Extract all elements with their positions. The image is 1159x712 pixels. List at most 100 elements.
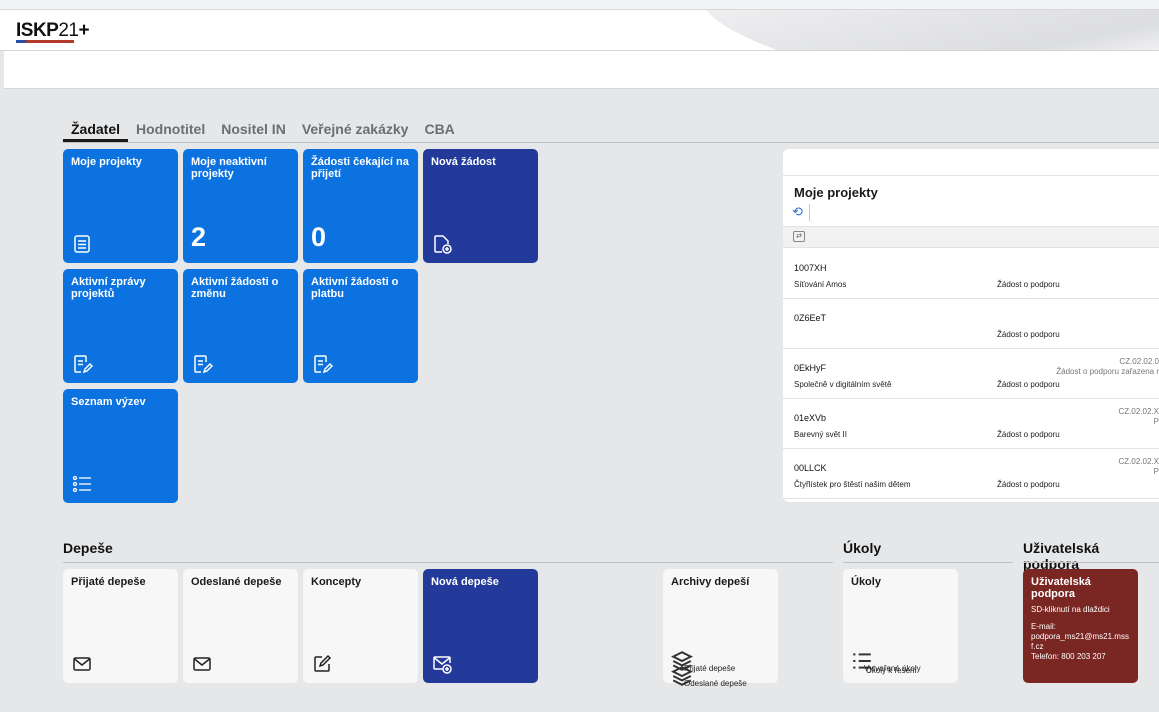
document-icon (71, 233, 93, 255)
moje-projekty-panel: Moje projekty ⟲ ⇄ 1007XH Síťování Amos Ž… (783, 149, 1159, 502)
table-row[interactable]: CZ.02.02.X P 00LLCK Čtyřlístek pro štěst… (783, 449, 1159, 499)
edit-document-icon (191, 353, 214, 375)
browser-bookmarks-strip (0, 0, 1159, 10)
row-code: 0Z6EeT (794, 313, 827, 323)
row-code: 00LLCK (794, 463, 827, 473)
panel-top-bar (783, 149, 1159, 176)
tab-nositel-in[interactable]: Nositel IN (213, 117, 294, 142)
row-registration: CZ.02.02.0 (1119, 357, 1159, 366)
archiv-odeslane-link[interactable]: Odeslané depeše (670, 665, 747, 690)
tile-ukoly[interactable]: Úkoly Vytvořené úkoly Úkoly k řešení (843, 569, 958, 683)
section-title-podpora: Uživatelská podpora (1023, 540, 1100, 572)
email-label: E-mail: (1031, 622, 1056, 631)
podpora-subtitle: SD-kliknutí na dlaždici (1031, 605, 1110, 614)
tile-nova-zadost[interactable]: Nová žádost (423, 149, 538, 263)
envelope-add-icon (431, 653, 453, 675)
tile-label: Archivy depeší (671, 576, 750, 588)
app-logo[interactable]: ISKP21+ (16, 20, 90, 42)
layers-icon (670, 665, 694, 686)
edit-document-icon (311, 353, 334, 375)
panel-title: Moje projekty (794, 185, 878, 200)
tab-hodnotitel[interactable]: Hodnotitel (128, 117, 213, 142)
email-value[interactable]: podpora_ms21@ms21.mssf.cz (1031, 632, 1129, 651)
tab-cba[interactable]: CBA (416, 117, 462, 142)
tile-count: 2 (191, 222, 207, 252)
list-icon (851, 650, 871, 669)
tile-label: Úkoly (851, 576, 881, 588)
archiv-item-label: Odeslané depeše (684, 679, 747, 688)
row-type: Žádost o podporu (997, 380, 1060, 389)
row-name: Barevný svět II (794, 430, 847, 439)
tile-label: Odeslané depeše (191, 576, 282, 588)
toolbar-divider (809, 204, 810, 221)
ukoly-k-reseni-link[interactable]: Úkoly k řešení (866, 665, 917, 677)
row-type: Žádost o podporu (997, 430, 1060, 439)
tile-prijate-depese[interactable]: Přijaté depeše (63, 569, 178, 683)
row-status: Žádost o podporu zařazena r (1056, 367, 1159, 376)
table-row[interactable]: 1007XH Síťování Amos Žádost o podporu (783, 249, 1159, 299)
tile-koncepty[interactable]: Koncepty (303, 569, 418, 683)
tile-label: Žádosti čekající na přijetí (311, 156, 409, 180)
tab-zadatel[interactable]: Žadatel (63, 117, 129, 142)
row-status: P (1153, 467, 1159, 476)
row-code: 0EkHyF (794, 363, 827, 373)
tile-odeslane-depese[interactable]: Odeslané depeše (183, 569, 298, 683)
tile-aktivni-platba[interactable]: Aktivní žádosti o platbu (303, 269, 418, 383)
row-name: Společně v digitálním světě (794, 380, 892, 389)
filter-settings-icon[interactable]: ⇄ (793, 231, 805, 242)
tile-nova-depese[interactable]: Nová depeše (423, 569, 538, 683)
tile-label: Koncepty (311, 576, 362, 588)
tile-label: Aktivní žádosti o změnu (191, 276, 279, 300)
tile-uzivatelska-podpora[interactable]: Uživatelská podpora SD-kliknutí na dlažd… (1023, 569, 1138, 683)
role-tabs: Žadatel Hodnotitel Nositel IN Veřejné za… (63, 117, 1159, 143)
row-type: Žádost o podporu (997, 480, 1060, 489)
layers-icon (670, 650, 694, 671)
table-row[interactable]: CZ.02.02.0 Žádost o podporu zařazena r 0… (783, 349, 1159, 399)
sub-header-bar (4, 51, 1159, 89)
tile-aktivni-zpravy[interactable]: Aktivní zprávy projektů (63, 269, 178, 383)
tile-moje-projekty[interactable]: Moje projekty (63, 149, 178, 263)
envelope-icon (191, 653, 213, 675)
panel-toolbar: ⇄ (783, 226, 1159, 248)
row-code: 1007XH (794, 263, 827, 273)
section-divider (843, 562, 1013, 563)
edit-icon (311, 653, 333, 675)
phone-value: Telefon: 800 203 207 (1031, 652, 1106, 661)
tile-moje-neaktivni-projekty[interactable]: Moje neaktivní projekty 2 (183, 149, 298, 263)
row-type: Žádost o podporu (997, 330, 1060, 339)
tile-label: Uživatelská podpora (1031, 576, 1091, 600)
document-add-icon (431, 233, 453, 255)
tile-label: Aktivní žádosti o platbu (311, 276, 399, 300)
list-icon (71, 473, 93, 495)
tile-label: Seznam výzev (71, 396, 146, 408)
tile-label: Aktivní zprávy projektů (71, 276, 146, 300)
podpora-email: E-mail: podpora_ms21@ms21.mssf.cz Telefo… (1031, 622, 1130, 662)
edit-document-icon (71, 353, 94, 375)
section-divider (63, 562, 833, 563)
tile-label: Přijaté depeše (71, 576, 146, 588)
tile-archivy-depesi[interactable]: Archivy depeší Přijaté depeše Odeslané d… (663, 569, 778, 688)
envelope-icon (71, 653, 93, 675)
tile-seznam-vyzev[interactable]: Seznam výzev (63, 389, 178, 503)
logo-underline-accent (16, 40, 26, 43)
tab-verejne-zakazky[interactable]: Veřejné zakázky (294, 117, 417, 142)
refresh-icon[interactable]: ⟲ (792, 204, 803, 220)
row-name: Čtyřlístek pro štěstí našim dětem (794, 480, 911, 489)
tile-label: Nová žádost (431, 156, 496, 168)
table-row[interactable]: 0Z6EeT Žádost o podporu (783, 299, 1159, 349)
row-type: Žádost o podporu (997, 280, 1060, 289)
tile-aktivni-zmena[interactable]: Aktivní žádosti o změnu (183, 269, 298, 383)
row-status: P (1153, 417, 1159, 426)
tile-label: Moje neaktivní projekty (191, 156, 267, 180)
section-title-ukoly: Úkoly (843, 540, 882, 556)
tile-zadosti-cekajici[interactable]: Žádosti čekající na přijetí 0 (303, 149, 418, 263)
table-row[interactable]: CZ.02.02.X P 01eXVb Barevný svět II Žádo… (783, 399, 1159, 449)
tile-label: Moje projekty (71, 156, 142, 168)
header-decoration (694, 10, 1159, 50)
row-code: 01eXVb (794, 413, 827, 423)
row-registration: CZ.02.02.X (1118, 407, 1159, 416)
ukoly-item-label: Úkoly k řešení (866, 666, 917, 675)
tile-count: 0 (311, 222, 327, 252)
row-registration: CZ.02.02.X (1118, 457, 1159, 466)
app-header: ISKP21+ (0, 10, 1159, 51)
